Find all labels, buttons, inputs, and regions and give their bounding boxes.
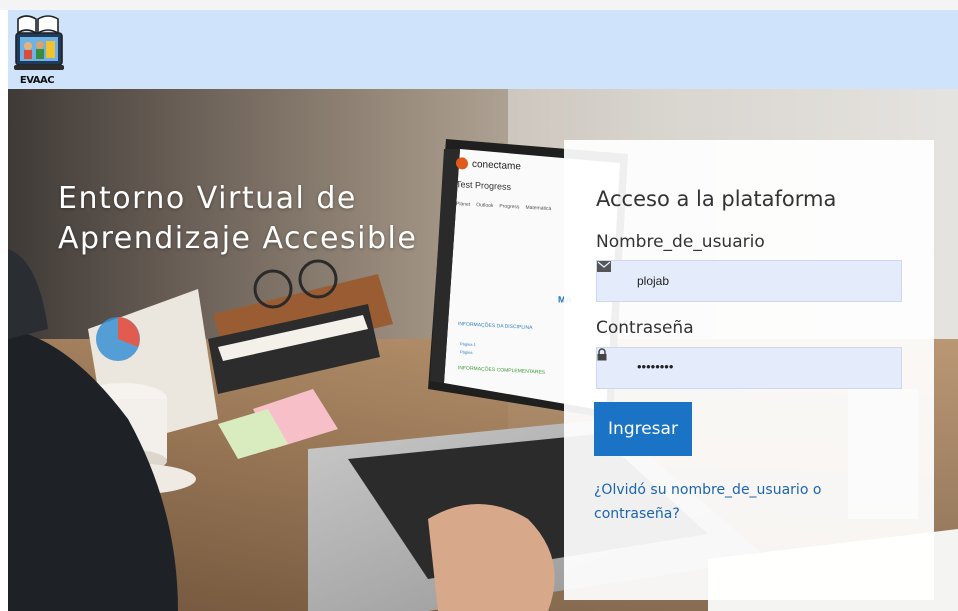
- hero-banner: conectame Test Progress Planet Outlook P…: [8, 89, 958, 611]
- username-label: Nombre_de_usuario: [596, 232, 765, 252]
- laptop-tab: Outlook: [476, 202, 494, 210]
- laptop-link2: Página: [460, 349, 473, 355]
- laptop-brand: conectame: [472, 158, 521, 172]
- forgot-credentials-link[interactable]: ¿Olvidó su nombre_de_usuario o contraseñ…: [594, 478, 894, 526]
- evaac-logo[interactable]: EVAAC: [12, 13, 66, 87]
- laptop-section2: INFORMAÇÕES COMPLEMENTARES: [458, 365, 546, 376]
- hero-title-line2: Aprendizaje Accesible: [58, 221, 418, 256]
- password-field[interactable]: ••••••••: [596, 347, 902, 389]
- lock-icon: [597, 348, 627, 388]
- hero-title: Entorno Virtual de Aprendizaje Accesible: [58, 179, 438, 259]
- logo-text: EVAAC: [19, 75, 55, 86]
- laptop-section1: INFORMAÇÕES DA DISCIPLINA: [458, 321, 533, 332]
- hero-title-line1: Entorno Virtual de: [58, 181, 357, 216]
- username-value[interactable]: plojab: [637, 261, 669, 301]
- conectame-logo-icon: [456, 157, 468, 170]
- forgot-line1[interactable]: ¿Olvidó su nombre_de_usuario o: [594, 478, 894, 502]
- laptop-tab: Matemática: [525, 204, 552, 213]
- forgot-line2[interactable]: contraseña?: [594, 502, 894, 526]
- password-label: Contraseña: [596, 318, 694, 338]
- username-field[interactable]: plojab: [596, 260, 902, 302]
- logo-graphic-icon: [14, 15, 64, 70]
- login-card: Acceso a la plataforma Nombre_de_usuario…: [564, 140, 934, 600]
- password-value[interactable]: ••••••••: [637, 348, 673, 388]
- laptop-tab: Planet: [456, 201, 471, 208]
- laptop-link1: Página 1: [460, 341, 476, 348]
- login-submit-button[interactable]: Ingresar: [594, 402, 692, 456]
- top-strip: [0, 0, 958, 10]
- envelope-icon: [597, 261, 627, 301]
- login-title: Acceso a la plataforma: [596, 187, 837, 211]
- laptop-tab: Progress: [499, 203, 520, 211]
- site-header: EVAAC: [8, 10, 958, 89]
